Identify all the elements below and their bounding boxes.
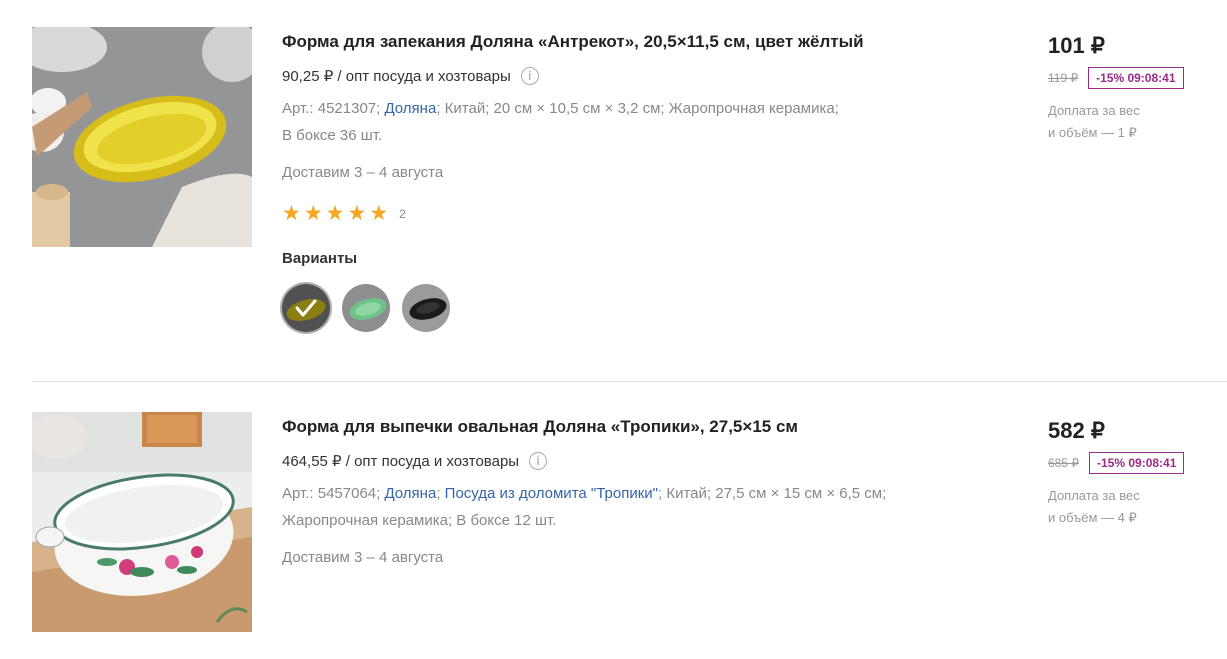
box-quantity: В боксе 12 шт. — [456, 512, 557, 529]
product-image[interactable] — [32, 27, 252, 247]
box-quantity: В боксе 36 шт. — [282, 127, 383, 144]
spec-separator: ; — [436, 100, 441, 117]
material: Жаропрочная керамика; — [668, 100, 839, 117]
variant-black[interactable] — [402, 284, 450, 332]
current-price: 582 ₽ — [1048, 418, 1105, 443]
star-icon: ★ — [303, 201, 323, 225]
extra-charge-line1: Доплата за вес — [1048, 488, 1140, 503]
price-block: 582 ₽ 685 ₽ -15% 09:08:41 Доплата за вес… — [1048, 418, 1218, 529]
country: Китай; — [444, 100, 490, 117]
delivery-date: Доставим 3 – 4 августа — [282, 164, 444, 181]
product-specs: Арт.: 4521307; Доляна; Китай; 20 см × 10… — [282, 95, 962, 149]
extra-charge-line2: и объём — 1 ₽ — [1048, 125, 1137, 140]
rating[interactable]: ★ ★ ★ ★ ★ 2 — [282, 203, 962, 224]
spec-separator: ; — [436, 485, 441, 502]
series-link[interactable]: Посуда из доломита "Тропики" — [445, 485, 658, 502]
extra-charge: Доплата за вес и объём — 4 ₽ — [1048, 485, 1218, 529]
variants-heading: Варианты — [282, 250, 358, 267]
wholesale-price-text: 90,25 ₽ / опт посуда и хозтовары — [282, 68, 511, 85]
star-icon: ★ — [282, 201, 301, 225]
review-count[interactable]: 2 — [399, 207, 406, 221]
country: Китай; — [666, 485, 712, 502]
product-title[interactable]: Форма для запекания Доляна «Антрекот», 2… — [282, 31, 962, 53]
dimensions: 20 см × 10,5 см × 3,2 см; — [493, 100, 665, 117]
discount-badge: -15% 09:08:41 — [1089, 452, 1185, 474]
extra-charge-line1: Доплата за вес — [1048, 103, 1140, 118]
article-number: Арт.: 4521307; — [282, 100, 381, 117]
brand-link[interactable]: Доляна — [384, 100, 436, 117]
current-price: 101 ₽ — [1048, 33, 1105, 58]
material: Жаропрочная керамика; — [282, 512, 453, 529]
dimensions: 27,5 см × 15 см × 6,5 см; — [715, 485, 887, 502]
wholesale-price-text: 464,55 ₽ / опт посуда и хозтовары — [282, 453, 520, 470]
info-icon[interactable]: i — [520, 67, 539, 85]
star-icon: ★ — [347, 201, 367, 225]
star-icon: ★ — [369, 201, 389, 225]
variant-green[interactable] — [342, 284, 390, 332]
product-title[interactable]: Форма для выпечки овальная Доляна «Тропи… — [282, 416, 962, 438]
extra-charge-line2: и объём — 4 ₽ — [1048, 510, 1137, 525]
product-specs: Арт.: 5457064; Доляна; Посуда из доломит… — [282, 480, 962, 534]
spec-separator: ; — [658, 485, 663, 502]
star-icon: ★ — [325, 201, 345, 225]
product-card-2: Форма для выпечки овальная Доляна «Тропи… — [32, 412, 1227, 659]
price-block: 101 ₽ 119 ₽ -15% 09:08:41 Доплата за вес… — [1048, 33, 1218, 144]
product-card-1: Форма для запекания Доляна «Антрекот», 2… — [32, 27, 1227, 383]
variant-yellow[interactable] — [282, 284, 330, 332]
info-icon[interactable]: i — [529, 452, 548, 470]
product-image[interactable] — [32, 412, 252, 632]
old-price: 685 ₽ — [1048, 456, 1079, 470]
extra-charge: Доплата за вес и объём — 1 ₽ — [1048, 100, 1218, 144]
old-price: 119 ₽ — [1048, 71, 1079, 85]
delivery-date: Доставим 3 – 4 августа — [282, 549, 444, 566]
product-divider — [32, 381, 1227, 382]
discount-badge: -15% 09:08:41 — [1088, 67, 1184, 89]
brand-link[interactable]: Доляна — [384, 485, 436, 502]
article-number: Арт.: 5457064; — [282, 485, 381, 502]
variants-list — [282, 284, 962, 332]
wholesale-price: 90,25 ₽ / опт посуда и хозтовары i — [282, 67, 962, 85]
wholesale-price: 464,55 ₽ / опт посуда и хозтовары i — [282, 452, 962, 470]
